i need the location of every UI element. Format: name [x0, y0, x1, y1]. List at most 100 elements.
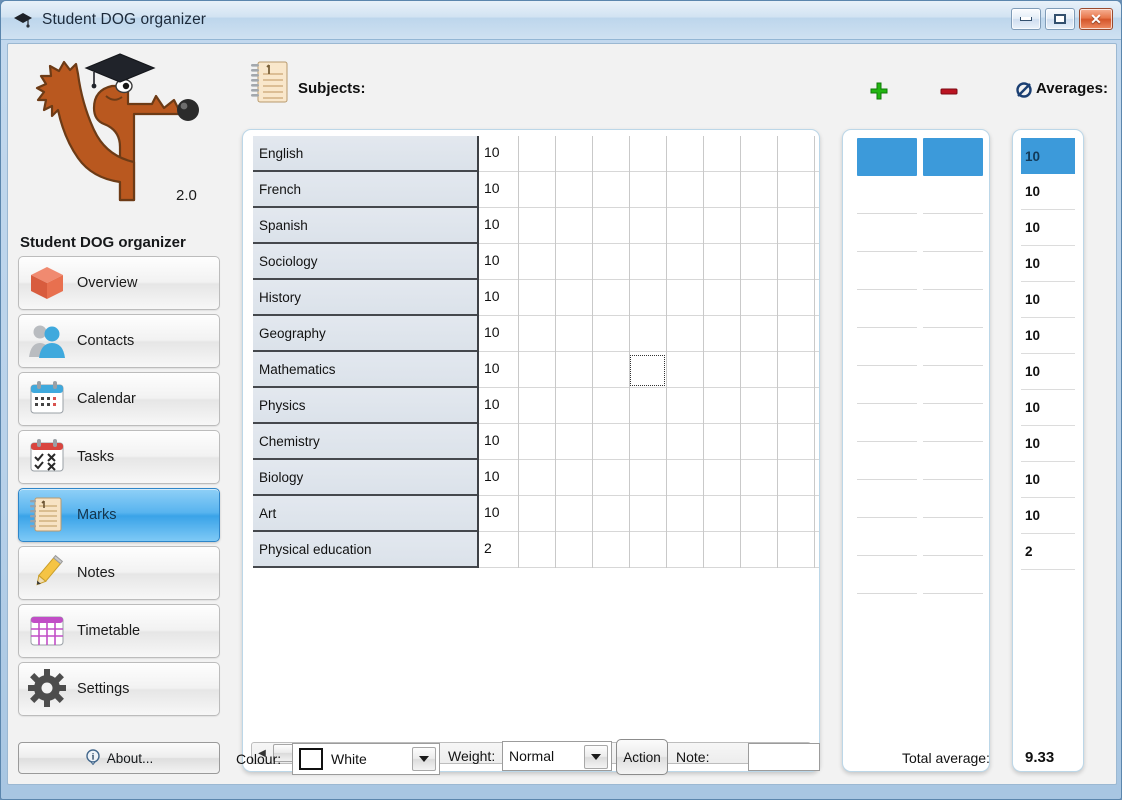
subject-row[interactable]: Physical education	[253, 532, 477, 568]
marks-column-cell[interactable]	[857, 290, 917, 328]
subject-row[interactable]: French	[253, 172, 477, 208]
subject-row[interactable]: Sociology	[253, 244, 477, 280]
mark-row[interactable]: 10	[479, 460, 819, 496]
note-input[interactable]	[748, 743, 820, 771]
average-row[interactable]: 10	[1021, 462, 1075, 498]
mark-row[interactable]: 10	[479, 172, 819, 208]
marks-column-cell[interactable]	[857, 252, 917, 290]
mark-value: 10	[484, 144, 500, 160]
sidebar-item-tasks[interactable]: Tasks	[18, 430, 220, 484]
sidebar-item-calendar[interactable]: Calendar	[18, 372, 220, 426]
marks-column-cell[interactable]	[923, 176, 983, 214]
average-value: 10	[1025, 256, 1041, 271]
sidebar-item-settings[interactable]: Settings	[18, 662, 220, 716]
averages-panel[interactable]: 10 10 10 10 10 10 10 10 10 10 10 2	[1012, 129, 1084, 772]
marks-column-header[interactable]	[923, 138, 983, 176]
marks-column-cell[interactable]	[857, 480, 917, 518]
mark-row[interactable]: 10	[479, 208, 819, 244]
marks-column-cell[interactable]	[857, 404, 917, 442]
sidebar-item-label: Timetable	[77, 623, 141, 639]
marks-column-cell[interactable]	[923, 404, 983, 442]
marks-column-cell[interactable]	[923, 214, 983, 252]
mark-value: 10	[484, 504, 500, 520]
subject-row[interactable]: Art	[253, 496, 477, 532]
marks-column-cell[interactable]	[857, 214, 917, 252]
average-row[interactable]: 10	[1021, 354, 1075, 390]
grid-column-line	[629, 136, 630, 568]
mark-value: 10	[484, 324, 500, 340]
marks-column[interactable]	[923, 138, 983, 594]
marks-column-cell[interactable]	[923, 290, 983, 328]
mark-row[interactable]: 10	[479, 244, 819, 280]
sidebar-item-overview[interactable]: Overview	[18, 256, 220, 310]
marks-columns-panel[interactable]	[842, 129, 990, 772]
subject-row[interactable]: Biology	[253, 460, 477, 496]
sidebar-item-marks[interactable]: Marks	[18, 488, 220, 542]
mark-row[interactable]: 2	[479, 532, 819, 568]
marks-column-cell[interactable]	[857, 442, 917, 480]
marks-column-cell[interactable]	[923, 328, 983, 366]
marks-column-cell[interactable]	[857, 366, 917, 404]
average-row[interactable]: 10	[1021, 246, 1075, 282]
action-button[interactable]: Action	[616, 739, 668, 775]
marks-column-cell[interactable]	[923, 480, 983, 518]
marks-column-cell[interactable]	[857, 176, 917, 214]
maximize-button[interactable]	[1045, 8, 1075, 30]
subject-row[interactable]: Mathematics	[253, 352, 477, 388]
cube-icon	[23, 261, 75, 305]
marks-column-cell[interactable]	[923, 518, 983, 556]
mark-value: 10	[484, 288, 500, 304]
subject-row[interactable]: Geography	[253, 316, 477, 352]
marks-column-cell[interactable]	[923, 442, 983, 480]
close-button[interactable]: ✕	[1079, 8, 1113, 30]
marks-column-cell[interactable]	[923, 556, 983, 594]
average-row[interactable]: 10	[1021, 390, 1075, 426]
graduation-cap-icon	[12, 10, 34, 30]
colour-swatch	[299, 748, 323, 770]
sidebar-item-timetable[interactable]: Timetable	[18, 604, 220, 658]
subject-row[interactable]: Chemistry	[253, 424, 477, 460]
subject-row[interactable]: Spanish	[253, 208, 477, 244]
minimize-button[interactable]	[1011, 8, 1041, 30]
chevron-down-icon[interactable]	[584, 745, 608, 769]
marks-grid[interactable]: 10 10 10 10 10 10 10 10 10 10 10 2	[477, 136, 819, 733]
minus-icon[interactable]	[938, 80, 960, 102]
about-button[interactable]: i About...	[18, 742, 220, 774]
mark-row[interactable]: 10	[479, 280, 819, 316]
marks-column-header[interactable]	[857, 138, 917, 176]
average-row[interactable]: 10	[1021, 426, 1075, 462]
plus-icon[interactable]	[868, 80, 890, 102]
average-row[interactable]: 10	[1021, 138, 1075, 174]
mark-row[interactable]: 10	[479, 424, 819, 460]
marks-column[interactable]	[857, 138, 917, 594]
average-value: 10	[1025, 184, 1041, 199]
average-row[interactable]: 10	[1021, 210, 1075, 246]
average-row[interactable]: 10	[1021, 318, 1075, 354]
marks-column-cell[interactable]	[923, 366, 983, 404]
marks-column-cell[interactable]	[857, 518, 917, 556]
average-row[interactable]: 10	[1021, 498, 1075, 534]
subject-row[interactable]: History	[253, 280, 477, 316]
grid-cell-cursor[interactable]	[630, 355, 665, 386]
sidebar-item-notes[interactable]: Notes	[18, 546, 220, 600]
average-value: 10	[1025, 148, 1041, 164]
average-row[interactable]: 10	[1021, 282, 1075, 318]
mark-row[interactable]: 10	[479, 316, 819, 352]
colour-select[interactable]: White	[292, 743, 440, 775]
marks-column-cell[interactable]	[857, 328, 917, 366]
grid-column-line	[777, 136, 778, 568]
marks-column-cell[interactable]	[857, 556, 917, 594]
window-title: Student DOG organizer	[42, 11, 207, 28]
sidebar-item-contacts[interactable]: Contacts	[18, 314, 220, 368]
chevron-down-icon[interactable]	[412, 747, 436, 771]
mark-value: 10	[484, 396, 500, 412]
marks-column-cell[interactable]	[923, 252, 983, 290]
weight-select[interactable]: Normal	[502, 741, 612, 771]
mark-row[interactable]: 10	[479, 496, 819, 532]
subject-row[interactable]: Physics	[253, 388, 477, 424]
mark-row[interactable]: 10	[479, 388, 819, 424]
average-row[interactable]: 10	[1021, 174, 1075, 210]
average-row[interactable]: 2	[1021, 534, 1075, 570]
subject-row[interactable]: English	[253, 136, 477, 172]
mark-row[interactable]: 10	[479, 136, 819, 172]
